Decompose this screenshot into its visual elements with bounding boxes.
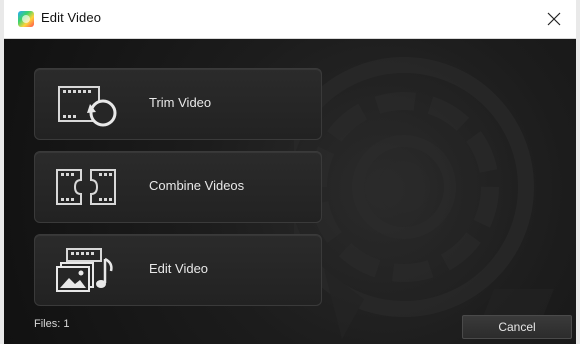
edit-video-icon	[56, 248, 113, 292]
edit-video-button[interactable]: Edit Video	[34, 234, 322, 306]
title-bar: Edit Video	[4, 0, 576, 39]
close-button[interactable]	[540, 6, 568, 32]
combine-videos-button[interactable]: Combine Videos	[34, 151, 322, 223]
trim-video-label: Trim Video	[149, 95, 212, 110]
trim-video-button[interactable]: Trim Video	[34, 68, 322, 140]
close-icon	[547, 12, 561, 26]
cancel-button[interactable]: Cancel	[462, 315, 572, 339]
combine-videos-icon	[56, 169, 116, 205]
window-title: Edit Video	[41, 10, 102, 25]
combine-videos-label: Combine Videos	[149, 178, 245, 193]
background-emblem-icon	[294, 57, 554, 339]
files-count: Files: 1	[34, 318, 70, 330]
app-logo-icon	[18, 11, 34, 27]
edit-video-label: Edit Video	[149, 261, 209, 276]
trim-video-icon	[58, 86, 117, 127]
edit-video-dialog: Edit Video Trim Video Combine Videos Edi…	[4, 0, 576, 344]
dialog-content: Trim Video Combine Videos Edit Video Fil…	[4, 39, 576, 344]
